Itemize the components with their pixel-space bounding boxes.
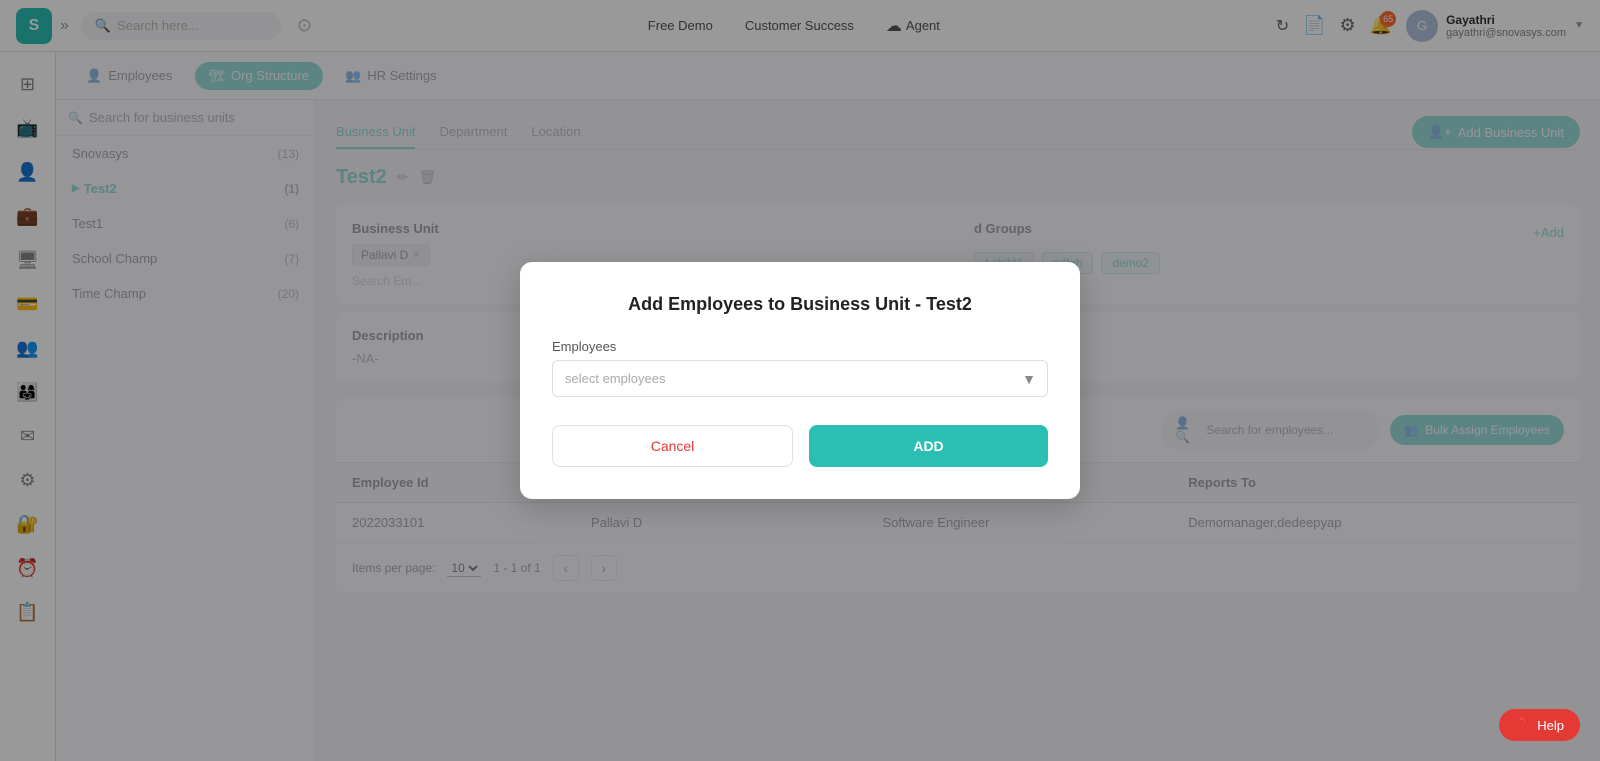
employees-select[interactable]: select employees	[552, 360, 1048, 397]
employees-field: Employees select employees ▼	[552, 339, 1048, 397]
modal-add-btn[interactable]: ADD	[809, 425, 1048, 467]
add-employees-modal: Add Employees to Business Unit - Test2 E…	[520, 262, 1080, 499]
modal-overlay: Add Employees to Business Unit - Test2 E…	[0, 0, 1600, 761]
modal-title: Add Employees to Business Unit - Test2	[552, 294, 1048, 315]
modal-actions: Cancel ADD	[552, 425, 1048, 467]
employees-select-wrapper: select employees ▼	[552, 360, 1048, 397]
help-btn[interactable]: ❓ Help	[1499, 709, 1580, 741]
modal-cancel-btn[interactable]: Cancel	[552, 425, 793, 467]
help-icon: ❓	[1515, 717, 1531, 733]
employees-field-label: Employees	[552, 339, 1048, 354]
